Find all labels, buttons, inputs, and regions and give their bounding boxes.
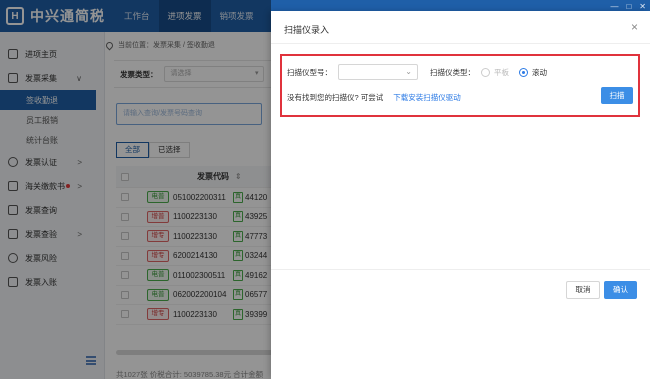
confirm-button[interactable]: 确认 [604, 281, 637, 299]
divider [271, 269, 650, 270]
scanner-type-flatbed-radio[interactable]: 平板 [481, 67, 509, 78]
scan-button[interactable]: 扫描 [601, 87, 633, 104]
scanner-model-label: 扫描仪型号： [287, 67, 332, 77]
scanner-type-label: 扫描仪类型： [430, 67, 475, 77]
scanner-form: 扫描仪型号： ⌄ 扫描仪类型： 平板 滚动 没有找到您的扫描仪? 可尝试 下载安… [280, 54, 640, 117]
scanner-settings-row: 扫描仪型号： ⌄ 扫描仪类型： 平板 滚动 [287, 64, 557, 80]
drawer-title: 扫描仪录入 [284, 25, 330, 35]
cancel-button[interactable]: 取消 [566, 281, 600, 299]
divider [271, 43, 650, 44]
close-window-icon[interactable]: ✕ [639, 2, 646, 11]
radio-checked-icon [519, 67, 528, 77]
modal-overlay[interactable] [0, 0, 271, 379]
driver-tip-row: 没有找到您的扫描仪? 可尝试 下载安装扫描仪驱动 [287, 92, 461, 103]
scanner-model-select[interactable]: ⌄ [338, 64, 418, 80]
radio-label: 滚动 [532, 67, 547, 77]
no-scanner-tip: 没有找到您的扫描仪? 可尝试 [287, 93, 384, 102]
minimize-icon[interactable]: — [610, 2, 618, 11]
scanner-type-roller-radio[interactable]: 滚动 [519, 67, 547, 78]
download-driver-link[interactable]: 下载安装扫描仪驱动 [393, 92, 461, 103]
radio-label: 平板 [494, 67, 509, 77]
maximize-icon[interactable]: □ [626, 2, 631, 11]
close-icon[interactable]: × [631, 20, 638, 34]
radio-icon [481, 67, 490, 77]
app-root: H 中兴通简税 工作台 进项发票 销项发票 记账 — □ ✕ 进项主页 发票采集… [0, 0, 650, 379]
window-controls: — □ ✕ [610, 2, 646, 11]
chevron-down-icon: ⌄ [405, 67, 412, 76]
scanner-entry-drawer: 扫描仪录入 × 扫描仪型号： ⌄ 扫描仪类型： 平板 滚动 没有找到您的扫描仪?… [271, 11, 650, 379]
